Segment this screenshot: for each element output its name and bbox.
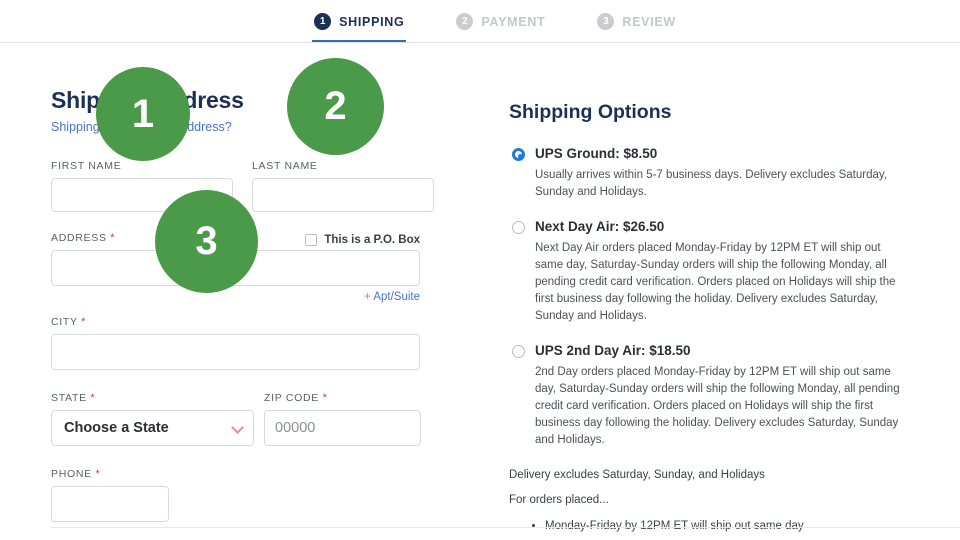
name-row: FIRST NAME LAST NAME <box>51 160 500 212</box>
zip-group: ZIP CODE * <box>264 392 421 446</box>
required-marker: * <box>322 392 328 404</box>
phone-label: PHONE * <box>51 468 101 480</box>
state-zip-row: STATE * Choose a State ZIP CODE * <box>51 392 500 446</box>
annotation-marker-2: 2 <box>287 58 384 155</box>
option-name: Next Day Air: $26.50 <box>535 219 665 235</box>
first-name-label: FIRST NAME <box>51 160 122 172</box>
apt-suite-label: Apt/Suite <box>373 291 420 303</box>
state-label: STATE * <box>51 392 96 404</box>
step-payment[interactable]: 2 PAYMENT <box>456 0 545 43</box>
city-label: CITY * <box>51 316 87 328</box>
step-review[interactable]: 3 REVIEW <box>597 0 676 43</box>
apt-suite-link[interactable]: + Apt/Suite <box>51 291 420 303</box>
zip-input[interactable] <box>264 410 421 446</box>
address-label: ADDRESS * <box>51 232 116 244</box>
step-label-payment: PAYMENT <box>481 14 546 29</box>
plus-icon: + <box>364 291 371 303</box>
po-box-checkbox[interactable]: This is a P.O. Box <box>305 234 420 246</box>
checkout-step-bar: 1 SHIPPING 2 PAYMENT 3 REVIEW <box>0 0 960 43</box>
option-description: 2nd Day orders placed Monday-Friday by 1… <box>535 366 900 447</box>
option-description: Next Day Air orders placed Monday-Friday… <box>535 242 896 323</box>
shipping-options-panel: Shipping Options UPS Ground: $8.50 Usual… <box>500 43 960 540</box>
po-box-label: This is a P.O. Box <box>324 234 420 246</box>
note-exclusions: Delivery excludes Saturday, Sunday, and … <box>509 469 765 482</box>
last-name-input[interactable] <box>252 178 434 212</box>
phone-input[interactable] <box>51 486 169 522</box>
shipping-option-next-day-air[interactable]: Next Day Air: $26.50 Next Day Air orders… <box>509 219 960 325</box>
annotation-marker-3: 3 <box>155 190 258 293</box>
step-number-icon: 3 <box>597 13 615 30</box>
last-name-group: LAST NAME <box>252 160 434 212</box>
required-marker: * <box>81 316 87 328</box>
step-label-shipping: SHIPPING <box>339 14 405 29</box>
shipping-option-ups-2nd-day-air[interactable]: UPS 2nd Day Air: $18.50 2nd Day orders p… <box>509 343 960 449</box>
shipping-option-ups-ground[interactable]: UPS Ground: $8.50 Usually arrives within… <box>509 146 960 201</box>
address-group: ADDRESS * This is a P.O. Box + Apt/Suite <box>51 232 500 303</box>
step-label-review: REVIEW <box>622 14 676 29</box>
required-marker: * <box>110 232 116 244</box>
checkbox-icon[interactable] <box>305 234 318 246</box>
city-group: CITY * <box>51 316 500 370</box>
city-input[interactable] <box>51 334 420 370</box>
state-select-wrap: Choose a State <box>51 410 254 446</box>
bottom-divider <box>51 527 960 528</box>
shipping-address-form: Shipping Address Shipping to a business … <box>0 43 500 540</box>
checkout-page: 1 SHIPPING 2 PAYMENT 3 REVIEW Shipping A… <box>0 0 960 540</box>
last-name-label: LAST NAME <box>252 160 318 172</box>
option-name: UPS Ground: $8.50 <box>535 146 658 161</box>
step-number-icon: 2 <box>456 13 474 30</box>
annotation-marker-1: 1 <box>96 67 190 161</box>
zip-label: ZIP CODE * <box>264 392 328 404</box>
option-description: Usually arrives within 5-7 business days… <box>535 169 887 199</box>
shipping-timing-list: Monday-Friday by 12PM ET will ship out s… <box>509 520 960 540</box>
radio-icon[interactable] <box>512 221 525 235</box>
state-group: STATE * Choose a State <box>51 392 254 446</box>
required-marker: * <box>95 468 101 480</box>
state-select[interactable]: Choose a State <box>51 410 254 446</box>
step-number-icon: 1 <box>314 13 332 30</box>
shipping-options-title: Shipping Options <box>509 101 672 123</box>
radio-icon[interactable] <box>512 345 525 359</box>
option-name: UPS 2nd Day Air: $18.50 <box>535 343 691 359</box>
note-for-orders: For orders placed... <box>509 494 609 507</box>
step-shipping[interactable]: 1 SHIPPING <box>312 0 407 43</box>
phone-group: PHONE * <box>51 468 500 522</box>
radio-icon[interactable] <box>512 148 525 161</box>
required-marker: * <box>90 392 96 404</box>
